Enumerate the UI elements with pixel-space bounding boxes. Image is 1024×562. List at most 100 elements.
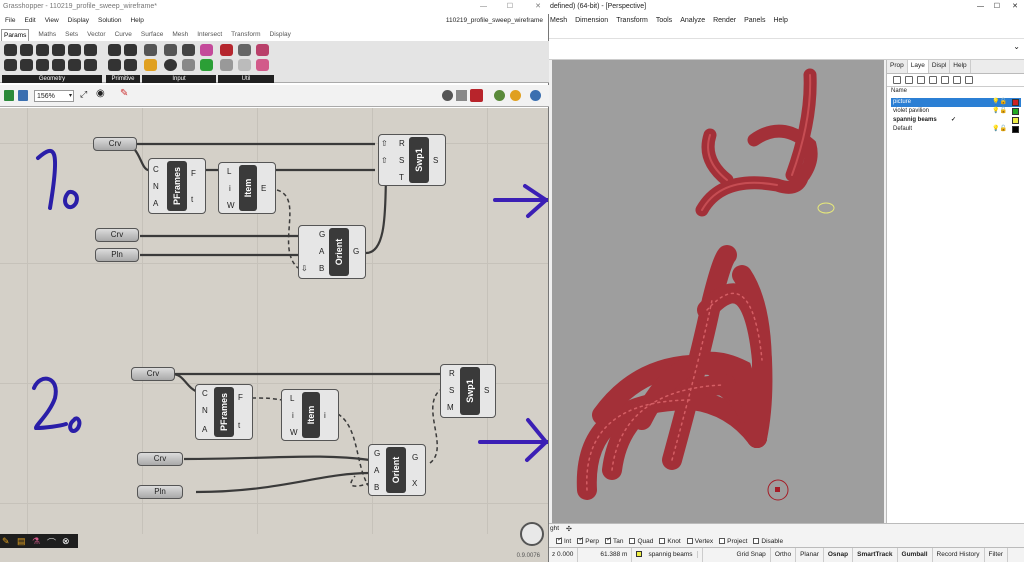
- tab-display[interactable]: Display: [270, 29, 291, 41]
- flask-icon[interactable]: [256, 59, 269, 71]
- slider-icon[interactable]: [144, 44, 157, 56]
- layer-row[interactable]: Default 💡🔓: [891, 125, 1021, 134]
- param-icon[interactable]: [68, 44, 81, 56]
- image-icon[interactable]: [182, 59, 195, 71]
- toggle-gumball[interactable]: Gumball: [898, 548, 933, 562]
- matrix-icon[interactable]: [200, 59, 213, 71]
- tab-curve[interactable]: Curve: [115, 29, 132, 41]
- minimize-icon[interactable]: —: [480, 0, 487, 14]
- maximize-icon[interactable]: ☐: [507, 0, 513, 14]
- rhino-menu-tools[interactable]: Tools: [656, 14, 672, 28]
- brush-icon[interactable]: ⌒: [47, 536, 56, 549]
- tab-help[interactable]: Help: [950, 60, 971, 73]
- chevron-down-icon[interactable]: ⌄: [1013, 42, 1020, 51]
- layer-color-swatch[interactable]: [1012, 108, 1019, 115]
- button-icon[interactable]: [164, 59, 177, 71]
- cherry-icon[interactable]: [220, 44, 233, 56]
- tab-layers[interactable]: Laye: [907, 60, 929, 73]
- rhino-menu-help[interactable]: Help: [773, 14, 787, 28]
- param-icon[interactable]: [84, 44, 97, 56]
- rhino-menu-mesh[interactable]: Mesh: [550, 14, 567, 28]
- param-icon[interactable]: [68, 59, 81, 71]
- rhino-menu-panels[interactable]: Panels: [744, 14, 765, 28]
- osnap-vertex[interactable]: Vertex: [686, 538, 713, 545]
- ribbon-group-label[interactable]: Primitive: [106, 75, 140, 83]
- param-icon[interactable]: [124, 59, 137, 71]
- osnap-project[interactable]: Project: [719, 538, 747, 545]
- param-icon[interactable]: [36, 59, 49, 71]
- layer-row[interactable]: violet pavilion 💡🔓: [891, 107, 1021, 116]
- toggle-grid-snap[interactable]: Grid Snap: [733, 548, 771, 562]
- eye-icon[interactable]: ◉: [96, 88, 105, 99]
- flask-icon[interactable]: ⚗: [32, 536, 40, 547]
- new-layer-icon[interactable]: [893, 76, 901, 84]
- render-icon[interactable]: [494, 90, 505, 101]
- solver-status-icon[interactable]: [520, 522, 544, 546]
- viewport-tab[interactable]: ght: [550, 525, 559, 532]
- tab-surface[interactable]: Surface: [141, 29, 163, 41]
- move-down-icon[interactable]: [941, 76, 949, 84]
- lightbulb-icon[interactable]: 💡🔓: [992, 107, 1007, 116]
- cancel-icon[interactable]: ⊗: [62, 536, 70, 547]
- param-icon[interactable]: [20, 44, 33, 56]
- toggle-ortho[interactable]: Ortho: [771, 548, 797, 562]
- ribbon-group-label[interactable]: Geometry: [2, 75, 102, 83]
- tab-properties[interactable]: Prop: [887, 60, 908, 73]
- add-tab-icon[interactable]: ✣: [566, 525, 572, 533]
- param-icon[interactable]: [52, 59, 65, 71]
- open-file-icon[interactable]: [4, 90, 14, 101]
- param-icon[interactable]: [4, 44, 17, 56]
- zoom-extents-icon[interactable]: ⤢: [80, 89, 87, 100]
- tab-maths[interactable]: Maths: [38, 29, 56, 41]
- maximize-icon[interactable]: ☐: [994, 0, 1000, 14]
- perspective-viewport[interactable]: [552, 60, 884, 523]
- current-layer[interactable]: spannig beams: [632, 548, 703, 562]
- zoom-select[interactable]: 156% ▾: [34, 90, 74, 102]
- param-icon[interactable]: [84, 59, 97, 71]
- close-icon[interactable]: ✕: [1012, 0, 1018, 14]
- tab-intersect[interactable]: Intersect: [197, 29, 222, 41]
- osnap-knot[interactable]: Knot: [659, 538, 681, 545]
- layer-color-swatch[interactable]: [1012, 99, 1019, 106]
- fruit-icon[interactable]: [220, 59, 233, 71]
- preview-selected-icon[interactable]: [470, 89, 483, 102]
- graph-icon[interactable]: [144, 59, 157, 71]
- osnap-int[interactable]: Int: [556, 538, 571, 545]
- new-sublayer-icon[interactable]: [905, 76, 913, 84]
- minimize-icon[interactable]: —: [977, 0, 984, 14]
- arrow-icon[interactable]: [238, 44, 251, 56]
- gh-menu-display[interactable]: Display: [68, 14, 89, 28]
- rhino-menu-transform[interactable]: Transform: [616, 14, 648, 28]
- osnap-perp[interactable]: Perp: [577, 538, 599, 545]
- param-icon[interactable]: [108, 44, 121, 56]
- tab-vector[interactable]: Vector: [87, 29, 105, 41]
- command-prompt[interactable]: [548, 40, 1024, 56]
- tab-mesh[interactable]: Mesh: [172, 29, 188, 41]
- preview-shaded-icon[interactable]: [456, 90, 467, 101]
- tab-transform[interactable]: Transform: [231, 29, 260, 41]
- param-icon[interactable]: [52, 44, 65, 56]
- tab-params[interactable]: Params: [1, 29, 30, 41]
- toggle-planar[interactable]: Planar: [796, 548, 824, 562]
- toggle-filter[interactable]: Filter: [985, 548, 1008, 562]
- swatch-icon[interactable]: [200, 44, 213, 56]
- globe-icon[interactable]: [530, 90, 541, 101]
- param-icon[interactable]: [20, 59, 33, 71]
- tools-icon[interactable]: [965, 76, 973, 84]
- param-icon[interactable]: [4, 59, 17, 71]
- toggle-osnap[interactable]: Osnap: [824, 548, 854, 562]
- gh-menu-edit[interactable]: Edit: [24, 14, 35, 28]
- tab-sets[interactable]: Sets: [65, 29, 78, 41]
- rhino-menu-analyze[interactable]: Analyze: [680, 14, 705, 28]
- panel-icon[interactable]: [164, 44, 177, 56]
- close-icon[interactable]: ✕: [535, 0, 541, 14]
- rhino-menu-dimension[interactable]: Dimension: [575, 14, 608, 28]
- param-icon[interactable]: [124, 44, 137, 56]
- layer-color-swatch[interactable]: [1012, 117, 1019, 124]
- toggle-smarttrack[interactable]: SmartTrack: [853, 548, 898, 562]
- delete-layer-icon[interactable]: [917, 76, 925, 84]
- param-icon[interactable]: [108, 59, 121, 71]
- tab-display[interactable]: Displ: [929, 60, 951, 73]
- gh-menu-file[interactable]: File: [5, 14, 15, 28]
- layer-row[interactable]: spannig beams ✓: [891, 116, 1021, 125]
